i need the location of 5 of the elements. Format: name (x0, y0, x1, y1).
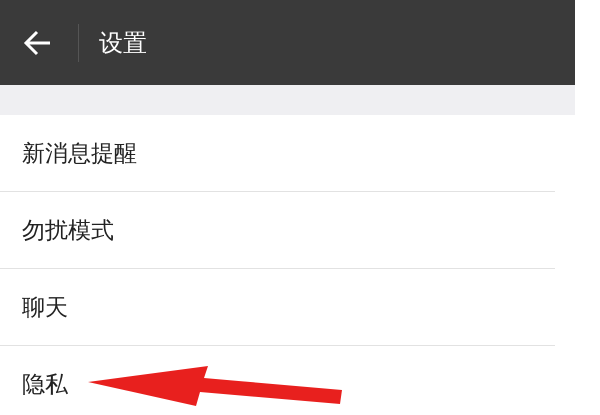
settings-item[interactable]: 勿扰模式 (0, 192, 555, 269)
screen-title: 设置 (99, 28, 147, 58)
settings-item[interactable]: 新消息提醒 (0, 115, 555, 192)
back-icon[interactable] (24, 30, 52, 56)
settings-item[interactable]: 聊天 (0, 269, 555, 346)
